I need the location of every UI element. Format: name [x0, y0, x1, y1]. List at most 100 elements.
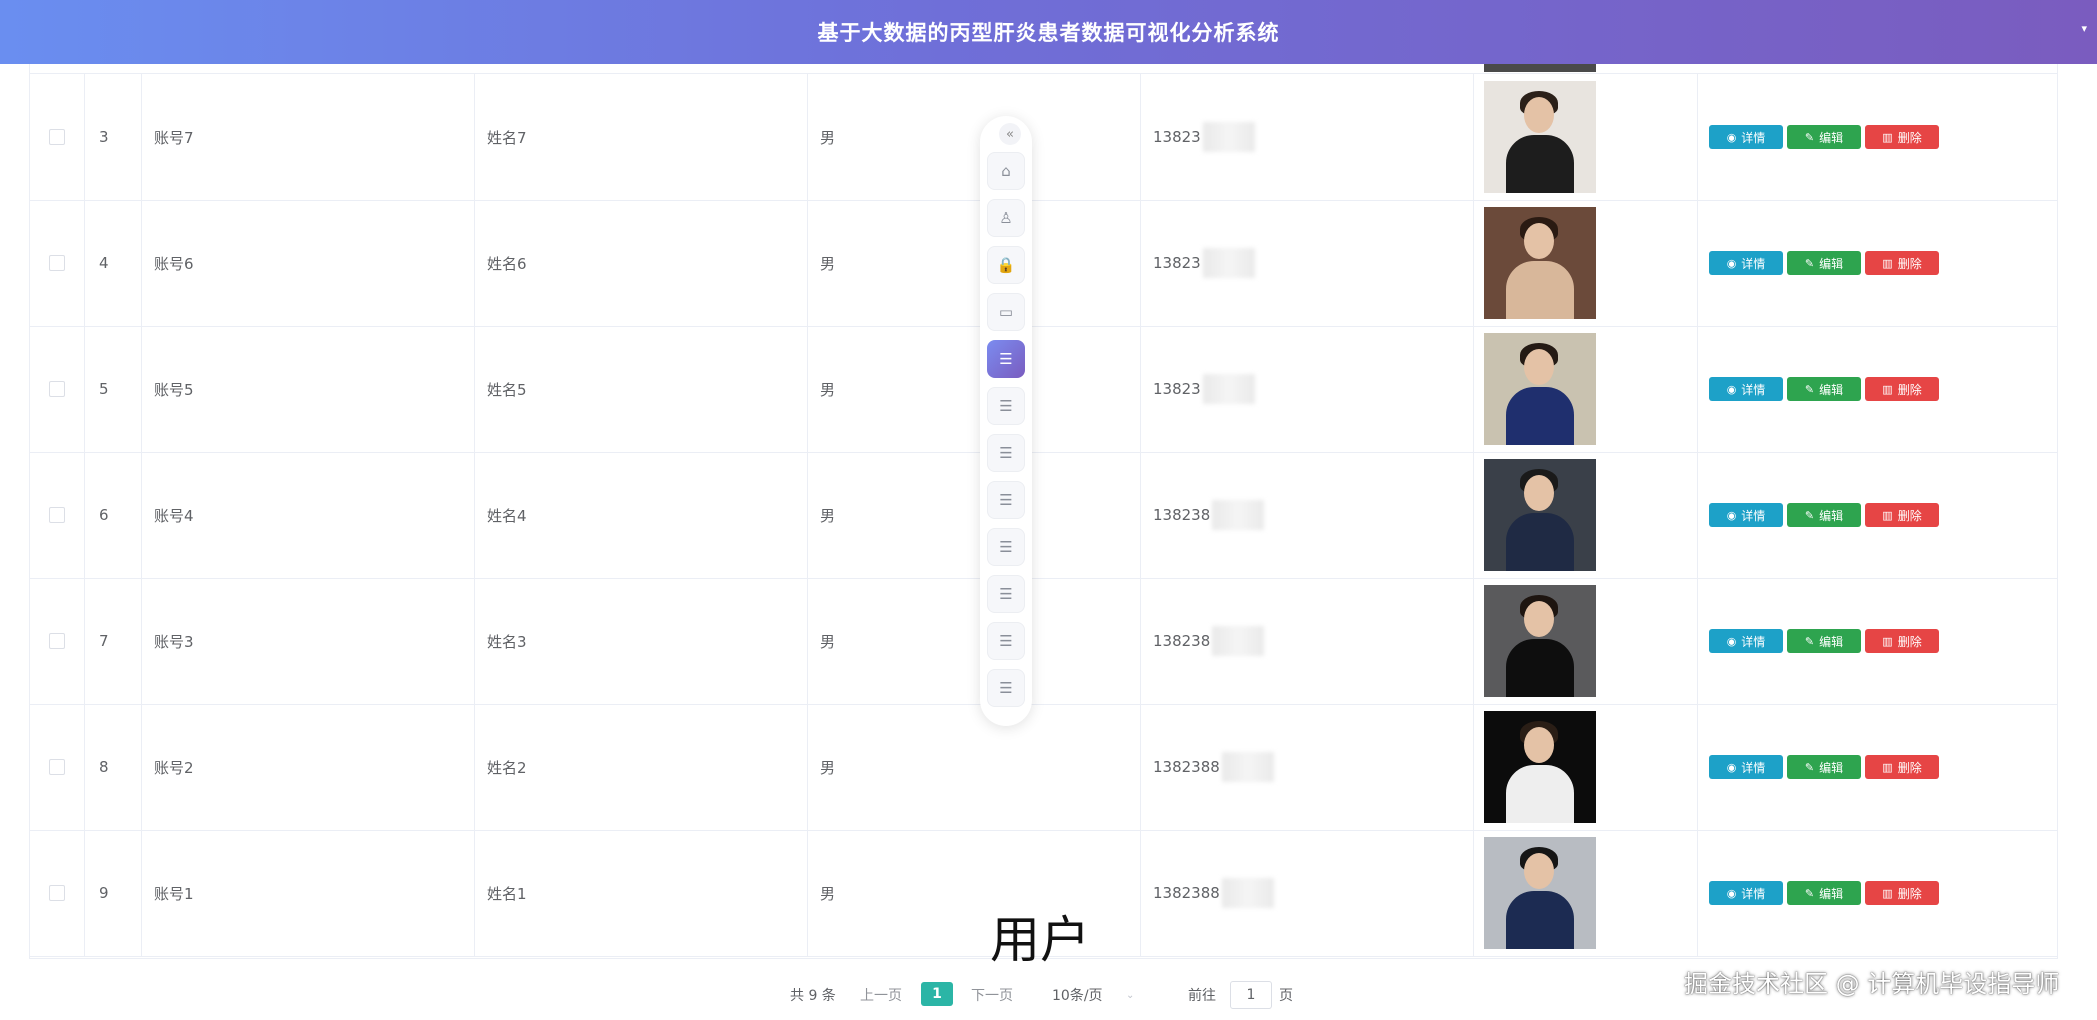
pencil-icon: ✎ [1804, 256, 1815, 270]
pagination-total: 共 9 条 [790, 988, 836, 1004]
row-phone-cell: 13823 [1141, 74, 1474, 200]
row-phone-cell: 1382388 [1141, 830, 1474, 956]
row-phone-cell: 138238 [1141, 452, 1474, 578]
trash-icon: ▥ [1882, 130, 1893, 144]
header-dropdown-icon[interactable]: ▾ [2081, 22, 2087, 35]
lock-icon[interactable]: 🔒 [987, 246, 1025, 284]
row-photo-cell [1474, 326, 1698, 452]
row-photo-cell [1474, 200, 1698, 326]
row-checkbox[interactable] [49, 129, 65, 145]
table-row: 7 账号3 姓名3 男 138238 ◉ 详情 ✎ 编辑 ▥ 删除 [30, 578, 2057, 705]
table-row: 3 账号7 姓名7 男 13823 ◉ 详情 ✎ 编辑 ▥ 删除 [30, 74, 2057, 201]
delete-button[interactable]: ▥ 删除 [1865, 377, 1939, 401]
row-account: 账号6 [142, 200, 475, 326]
delete-button[interactable]: ▥ 删除 [1865, 755, 1939, 779]
document-icon[interactable]: ☰ [987, 387, 1025, 425]
document-icon[interactable]: ☰ [987, 669, 1025, 707]
edit-button[interactable]: ✎ 编辑 [1787, 755, 1861, 779]
board-icon[interactable]: ▭ [987, 293, 1025, 331]
goto-page-input[interactable]: 1 [1230, 981, 1272, 1009]
row-gender: 男 [808, 326, 1141, 452]
row-index: 3 [85, 74, 142, 200]
delete-button[interactable]: ▥ 删除 [1865, 503, 1939, 527]
row-gender: 男 [808, 704, 1141, 830]
detail-label: 详情 [1741, 760, 1766, 775]
detail-button[interactable]: ◉ 详情 [1709, 503, 1783, 527]
row-checkbox[interactable] [49, 633, 65, 649]
avatar-photo[interactable] [1484, 333, 1596, 445]
row-checkbox[interactable] [49, 759, 65, 775]
row-index: 6 [85, 452, 142, 578]
row-phone-cell: 1382388 [1141, 704, 1474, 830]
pencil-icon: ✎ [1804, 886, 1815, 900]
edit-button[interactable]: ✎ 编辑 [1787, 125, 1861, 149]
delete-label: 删除 [1897, 886, 1922, 901]
chevron-down-icon[interactable]: ⌄ [1126, 980, 1134, 1010]
avatar-photo[interactable] [1484, 207, 1596, 319]
delete-button[interactable]: ▥ 删除 [1865, 251, 1939, 275]
row-photo-cell [1474, 704, 1698, 830]
pencil-icon: ✎ [1804, 382, 1815, 396]
avatar-photo[interactable] [1484, 711, 1596, 823]
eye-icon: ◉ [1726, 760, 1737, 774]
delete-button[interactable]: ▥ 删除 [1865, 881, 1939, 905]
previous-row-fragment [30, 64, 2057, 74]
avatar-photo[interactable] [1484, 585, 1596, 697]
row-index: 8 [85, 704, 142, 830]
document-icon[interactable]: ☰ [987, 575, 1025, 613]
row-phone: 138238 [1153, 506, 1211, 524]
row-gender: 男 [808, 578, 1141, 704]
detail-label: 详情 [1741, 634, 1766, 649]
edit-button[interactable]: ✎ 编辑 [1787, 377, 1861, 401]
row-photo-cell [1474, 830, 1698, 956]
avatar-photo[interactable] [1484, 459, 1596, 571]
avatar-photo[interactable] [1484, 837, 1596, 949]
row-account: 账号5 [142, 326, 475, 452]
pagination-page-1[interactable]: 1 [921, 982, 953, 1006]
row-checkbox[interactable] [49, 507, 65, 523]
watermark: 掘金技术社区 @ 计算机毕设指导师 [1684, 970, 2060, 998]
phone-redaction [1202, 374, 1255, 404]
eye-icon: ◉ [1726, 508, 1737, 522]
row-checkbox[interactable] [49, 255, 65, 271]
trash-icon: ▥ [1882, 886, 1893, 900]
row-checkbox[interactable] [49, 381, 65, 397]
page-caption: 用户 [990, 911, 1090, 969]
row-account: 账号3 [142, 578, 475, 704]
avatar-photo[interactable] [1484, 81, 1596, 193]
document-icon[interactable]: ☰ [987, 622, 1025, 660]
phone-redaction [1221, 878, 1274, 908]
detail-button[interactable]: ◉ 详情 [1709, 881, 1783, 905]
delete-button[interactable]: ▥ 删除 [1865, 629, 1939, 653]
row-actions: ◉ 详情 ✎ 编辑 ▥ 删除 [1698, 452, 2057, 578]
pencil-icon: ✎ [1804, 508, 1815, 522]
document-icon[interactable]: ☰ [987, 340, 1025, 378]
detail-button[interactable]: ◉ 详情 [1709, 125, 1783, 149]
home-icon[interactable]: ⌂ [987, 152, 1025, 190]
row-index: 9 [85, 830, 142, 956]
row-actions: ◉ 详情 ✎ 编辑 ▥ 删除 [1698, 578, 2057, 704]
trash-icon: ▥ [1882, 760, 1893, 774]
row-checkbox[interactable] [49, 885, 65, 901]
page-size-select[interactable]: 10条/页 [1052, 980, 1103, 1010]
user-icon[interactable]: ♙ [987, 199, 1025, 237]
collapse-icon[interactable]: « [999, 123, 1021, 145]
delete-button[interactable]: ▥ 删除 [1865, 125, 1939, 149]
edit-button[interactable]: ✎ 编辑 [1787, 251, 1861, 275]
detail-button[interactable]: ◉ 详情 [1709, 377, 1783, 401]
document-icon[interactable]: ☰ [987, 434, 1025, 472]
pagination-next-button[interactable]: 下一页 [971, 980, 1013, 1010]
pagination-prev-button[interactable]: 上一页 [860, 980, 902, 1010]
document-icon[interactable]: ☰ [987, 481, 1025, 519]
eye-icon: ◉ [1726, 130, 1737, 144]
edit-button[interactable]: ✎ 编辑 [1787, 881, 1861, 905]
edit-label: 编辑 [1819, 760, 1844, 775]
edit-button[interactable]: ✎ 编辑 [1787, 503, 1861, 527]
row-phone: 1382388 [1153, 884, 1220, 902]
detail-button[interactable]: ◉ 详情 [1709, 755, 1783, 779]
detail-button[interactable]: ◉ 详情 [1709, 629, 1783, 653]
document-icon[interactable]: ☰ [987, 528, 1025, 566]
row-actions: ◉ 详情 ✎ 编辑 ▥ 删除 [1698, 326, 2057, 452]
edit-button[interactable]: ✎ 编辑 [1787, 629, 1861, 653]
detail-button[interactable]: ◉ 详情 [1709, 251, 1783, 275]
